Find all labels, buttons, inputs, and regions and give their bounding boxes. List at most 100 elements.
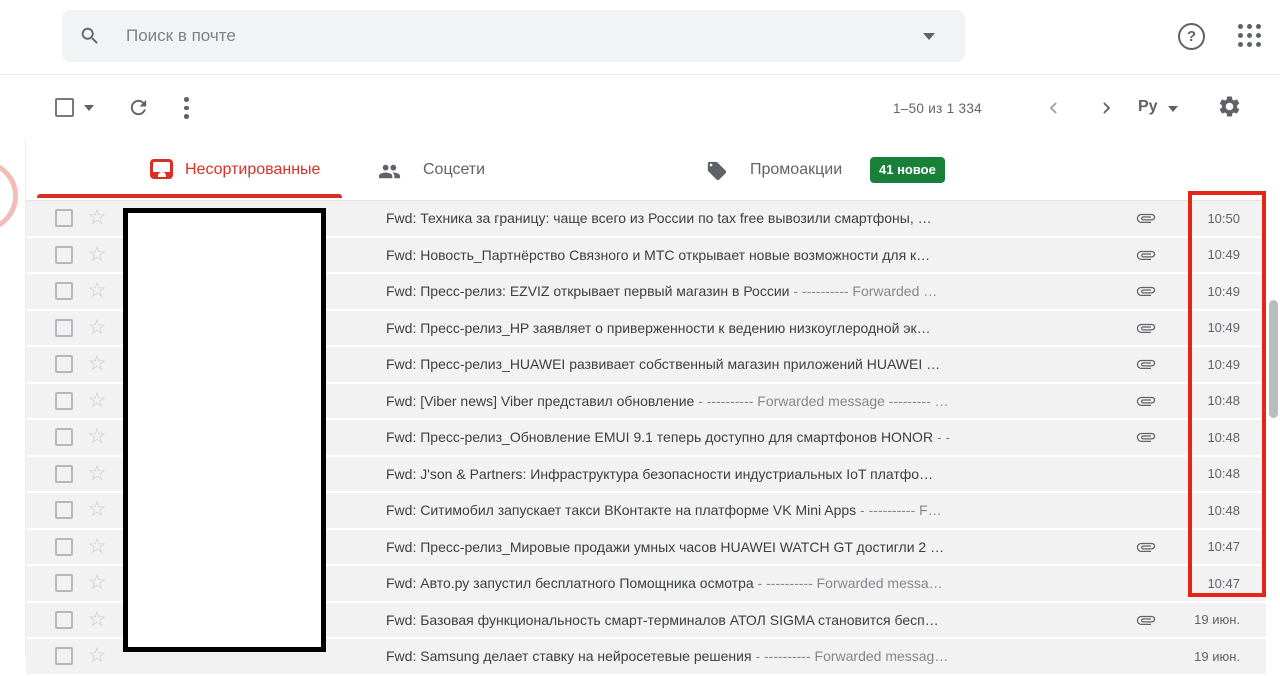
- attachment-icon: [1136, 208, 1158, 228]
- email-subject: Fwd: Пресс-релиз_Обновление EMUI 9.1 теп…: [386, 429, 1126, 445]
- star-icon[interactable]: ☆: [85, 463, 109, 484]
- attachment-icon: [1136, 245, 1158, 265]
- snippet-text: - ---------- F…: [856, 502, 942, 519]
- subject-text: Fwd: Ситимобил запускает такси ВКонтакте…: [386, 502, 857, 519]
- star-icon[interactable]: ☆: [85, 609, 109, 630]
- snippet-text: - ---------- Forwarded message ---------…: [694, 392, 949, 409]
- search-input[interactable]: Поиск в почте: [126, 26, 236, 46]
- social-tab-people-icon: [378, 164, 401, 179]
- row-checkbox[interactable]: [55, 647, 73, 666]
- search-bar[interactable]: Поиск в почте: [62, 10, 965, 62]
- primary-tab-icon: [150, 159, 173, 179]
- subject-text: Fwd: Авто.ру запустил бесплатного Помощн…: [386, 575, 754, 592]
- attachment-icon: [1136, 610, 1158, 630]
- email-subject: Fwd: Ситимобил запускает такси ВКонтакте…: [386, 502, 1126, 518]
- snippet-text: - ---------- Forwarded messa…: [753, 575, 943, 592]
- newer-page-icon[interactable]: [1044, 98, 1064, 118]
- star-icon[interactable]: ☆: [85, 280, 109, 301]
- help-icon[interactable]: ?: [1178, 23, 1205, 50]
- tab-primary[interactable]: Несортированные: [185, 161, 320, 179]
- star-icon[interactable]: ☆: [85, 572, 109, 593]
- email-subject: Fwd: [Viber news] Viber представил обнов…: [386, 393, 1126, 409]
- subject-text: Fwd: Базовая функциональность смарт-терм…: [386, 611, 939, 628]
- row-checkbox[interactable]: [55, 610, 73, 629]
- email-subject: Fwd: Авто.ру запустил бесплатного Помощн…: [386, 575, 1126, 591]
- star-icon[interactable]: ☆: [85, 207, 109, 228]
- email-subject: Fwd: Пресс-релиз: EZVIZ открывает первый…: [386, 283, 1126, 299]
- subject-text: Fwd: Samsung делает ставку на нейросетев…: [386, 648, 752, 665]
- row-checkbox[interactable]: [55, 464, 73, 483]
- star-icon[interactable]: ☆: [85, 353, 109, 374]
- attachment-icon: [1136, 281, 1158, 301]
- subject-text: Fwd: Новость_Партнёрство Связного и МТС …: [386, 246, 931, 263]
- email-subject: Fwd: Пресс-релиз_HP заявляет о привержен…: [386, 320, 1126, 336]
- subject-text: Fwd: Пресс-релиз_Обновление EMUI 9.1 теп…: [386, 429, 934, 446]
- search-icon[interactable]: [79, 25, 101, 47]
- apps-grid-icon[interactable]: [1238, 24, 1265, 51]
- email-subject: Fwd: Пресс-релиз_Мировые продажи умных ч…: [386, 539, 1126, 555]
- refresh-icon[interactable]: [127, 96, 150, 119]
- more-options-icon[interactable]: [184, 97, 189, 119]
- snippet-text: - ---------- Forwarded messag…: [751, 648, 949, 665]
- subject-text: Fwd: [Viber news] Viber представил обнов…: [386, 392, 695, 409]
- email-subject: Fwd: Новость_Партнёрство Связного и МТС …: [386, 247, 1126, 263]
- search-options-caret-icon[interactable]: [923, 33, 935, 40]
- email-subject: Fwd: Техника за границу: чаще всего из Р…: [386, 210, 1126, 226]
- input-tools-caret-icon[interactable]: [1168, 106, 1178, 112]
- subject-text: Fwd: Пресс-релиз_Мировые продажи умных ч…: [386, 538, 945, 555]
- attachment-icon: [1136, 427, 1158, 447]
- row-checkbox[interactable]: [55, 209, 73, 228]
- pagination-label: 1–50 из 1 334: [893, 101, 982, 116]
- attachment-icon: [1136, 354, 1158, 374]
- attachment-icon: [1136, 391, 1158, 411]
- subject-text: Fwd: Пресс-релиз_HP заявляет о привержен…: [386, 319, 931, 336]
- star-icon[interactable]: ☆: [85, 390, 109, 411]
- star-icon[interactable]: ☆: [85, 499, 109, 520]
- scrollbar-thumb[interactable]: [1269, 300, 1278, 418]
- snippet-text: - -: [933, 429, 951, 446]
- annotation-arc: [0, 160, 18, 232]
- row-checkbox[interactable]: [55, 391, 73, 410]
- email-time: 19 июн.: [1194, 612, 1240, 628]
- row-checkbox[interactable]: [55, 428, 73, 447]
- email-subject: Fwd: J'son & Partners: Инфраструктура бе…: [386, 466, 1126, 482]
- snippet-text: - ---------- Forwarded …: [789, 283, 938, 300]
- tab-social[interactable]: Соцсети: [423, 161, 485, 179]
- row-checkbox[interactable]: [55, 574, 73, 593]
- star-icon[interactable]: ☆: [85, 244, 109, 265]
- star-icon[interactable]: ☆: [85, 536, 109, 557]
- promotions-new-badge: 41 новое: [870, 157, 945, 183]
- star-icon[interactable]: ☆: [85, 317, 109, 338]
- email-time: 19 июн.: [1194, 648, 1240, 664]
- select-dropdown-caret-icon[interactable]: [84, 105, 94, 111]
- row-checkbox[interactable]: [55, 318, 73, 337]
- promotions-tab-tag-icon: [707, 161, 727, 181]
- subject-text: Fwd: J'son & Partners: Инфраструктура бе…: [386, 465, 934, 482]
- older-page-icon[interactable]: [1096, 98, 1116, 118]
- email-subject: Fwd: Базовая функциональность смарт-терм…: [386, 612, 1126, 628]
- email-subject: Fwd: Пресс-релиз_HUAWEI развивает собств…: [386, 356, 1126, 372]
- active-tab-underline: [37, 194, 342, 198]
- subject-text: Fwd: Техника за границу: чаще всего из Р…: [386, 210, 932, 227]
- row-checkbox[interactable]: [55, 245, 73, 264]
- select-all-checkbox[interactable]: [55, 98, 74, 117]
- star-icon[interactable]: ☆: [85, 645, 109, 666]
- subject-text: Fwd: Пресс-релиз: EZVIZ открывает первый…: [386, 283, 790, 300]
- row-checkbox[interactable]: [55, 501, 73, 520]
- row-checkbox[interactable]: [55, 537, 73, 556]
- email-subject: Fwd: Samsung делает ставку на нейросетев…: [386, 648, 1126, 664]
- tab-promotions[interactable]: Промоакции: [750, 161, 842, 179]
- help-glyph: ?: [1186, 28, 1197, 45]
- settings-gear-icon[interactable]: [1217, 94, 1242, 119]
- timestamp-highlight-box: [1188, 191, 1266, 597]
- list-toolbar: 1–50 из 1 334 Ру: [0, 76, 1280, 140]
- input-tools-button[interactable]: Ру: [1138, 98, 1158, 116]
- attachment-icon: [1136, 318, 1158, 338]
- attachment-icon: [1136, 537, 1158, 557]
- redaction-box: [123, 208, 326, 652]
- row-checkbox[interactable]: [55, 355, 73, 374]
- star-icon[interactable]: ☆: [85, 426, 109, 447]
- row-checkbox[interactable]: [55, 282, 73, 301]
- top-header: Поиск в почте ?: [0, 0, 1280, 75]
- subject-text: Fwd: Пресс-релиз_HUAWEI развивает собств…: [386, 356, 941, 373]
